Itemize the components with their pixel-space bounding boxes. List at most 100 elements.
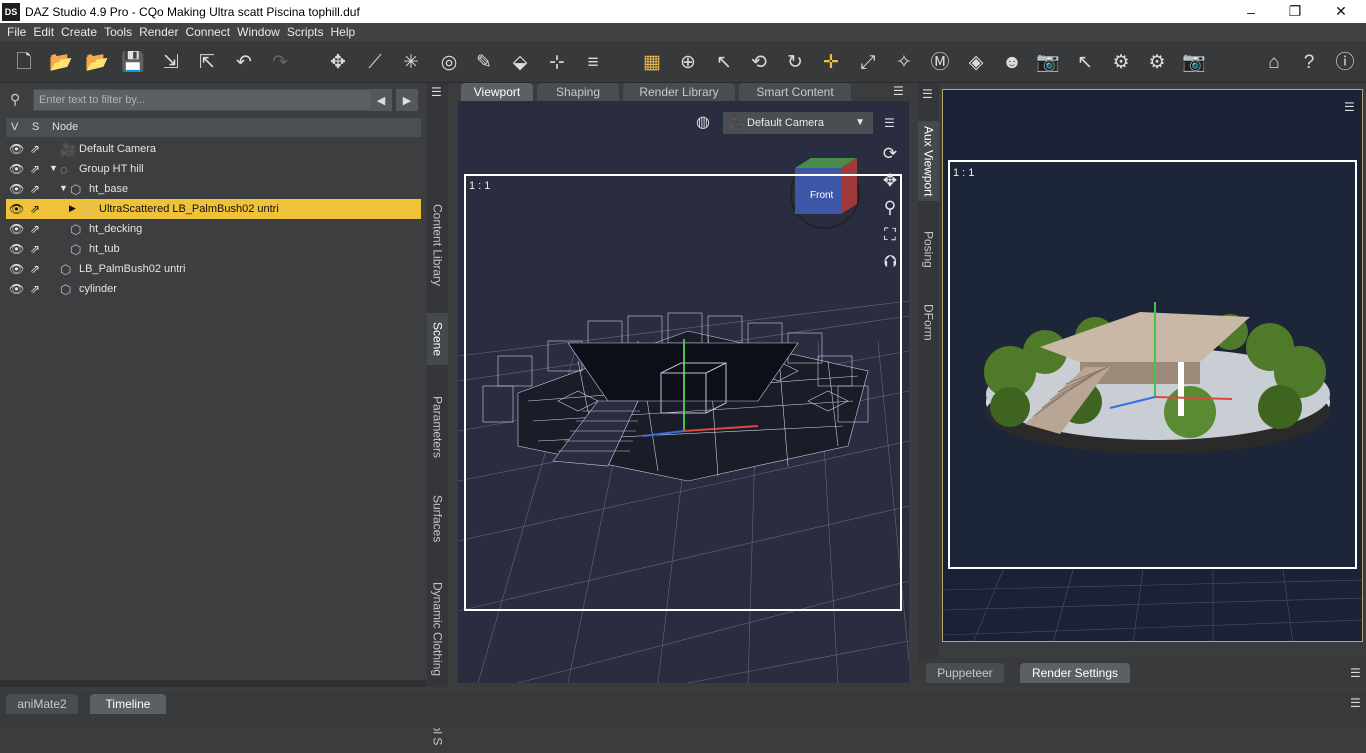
- menu-help[interactable]: Help: [331, 25, 356, 39]
- select-icon[interactable]: ↖: [711, 49, 737, 75]
- rotate-icon[interactable]: ↻: [782, 49, 808, 75]
- transform-icon[interactable]: ⬙: [507, 49, 533, 75]
- translate-icon[interactable]: ✛: [818, 49, 844, 75]
- tab-smart-content[interactable]: Smart Content: [739, 83, 851, 101]
- menu-create[interactable]: Create: [61, 25, 97, 39]
- visible-column-header[interactable]: V: [11, 121, 18, 133]
- figure-icon[interactable]: ☻: [999, 49, 1025, 75]
- viewport-pane-menu-icon[interactable]: ☰: [893, 84, 904, 98]
- align-icon[interactable]: ≡: [580, 49, 606, 75]
- undo-icon[interactable]: ↶: [231, 49, 257, 75]
- selectable-column-header[interactable]: S: [32, 121, 39, 133]
- minimize-button[interactable]: –: [1228, 0, 1274, 23]
- save-icon[interactable]: 💾: [120, 49, 146, 75]
- viewport-options-menu-icon[interactable]: ☰: [884, 116, 895, 130]
- orbit-icon[interactable]: ⊕: [675, 49, 701, 75]
- menu-connect[interactable]: Connect: [185, 25, 230, 39]
- selectable-arrow-icon[interactable]: ⇗: [30, 222, 40, 236]
- orbit-view-icon[interactable]: ⟳: [879, 140, 901, 167]
- export-icon[interactable]: ⇱: [194, 49, 220, 75]
- surface-selection-icon[interactable]: ✧: [891, 49, 917, 75]
- menu-scripts[interactable]: Scripts: [287, 25, 324, 39]
- menu-file[interactable]: File: [7, 25, 26, 39]
- node-weight-icon[interactable]: ◎: [436, 49, 462, 75]
- render-camera-icon[interactable]: 📷: [1181, 49, 1207, 75]
- tab-animate2[interactable]: aniMate2: [6, 694, 78, 714]
- active-pose-icon[interactable]: ▦: [639, 49, 665, 75]
- zoom-view-icon[interactable]: ⚲: [879, 194, 901, 221]
- geometry-editor-icon[interactable]: ✎: [471, 49, 497, 75]
- bottom-pane-menu-icon[interactable]: ☰: [1350, 696, 1361, 710]
- tab-posing[interactable]: Posing: [918, 223, 939, 275]
- scene-node-row[interactable]: 👁 ⇗ ▶ ⬡ UltraScattered LB_PalmBush02 untri: [6, 199, 421, 219]
- scale-icon[interactable]: ⤢: [855, 49, 881, 75]
- scene-node-row[interactable]: 👁 ⇗ ⬡ LB_PalmBush02 untri: [6, 259, 421, 279]
- whats-this-icon[interactable]: ?: [1296, 49, 1322, 75]
- tab-dynamic-clothing[interactable]: Dynamic Clothing: [427, 575, 448, 683]
- pane-menu-icon[interactable]: ☰: [431, 85, 442, 99]
- scene-node-row[interactable]: 👁 ⇗ 🎥 Default Camera: [6, 139, 421, 159]
- scene-filter-input[interactable]: Enter text to filter by...: [33, 89, 376, 111]
- camera-icon[interactable]: 📷: [1035, 49, 1061, 75]
- visibility-eye-icon[interactable]: 👁: [9, 142, 24, 156]
- aux-pane-menu-icon[interactable]: ☰: [922, 87, 933, 101]
- region-navigator-icon[interactable]: ⊹: [544, 49, 570, 75]
- visibility-eye-icon[interactable]: 👁: [9, 162, 24, 176]
- expand-arrow-icon[interactable]: ▼: [49, 163, 58, 173]
- tab-aux-viewport[interactable]: Aux Viewport: [918, 121, 939, 201]
- tab-render-settings[interactable]: Render Settings: [1020, 663, 1130, 683]
- right-bottom-menu-icon[interactable]: ☰: [1350, 666, 1361, 680]
- menu-tools[interactable]: Tools: [104, 25, 132, 39]
- import-icon[interactable]: ⇲: [158, 49, 184, 75]
- scene-node-row[interactable]: 👁 ⇗ ⬡ ht_decking: [6, 219, 421, 239]
- node-column-header[interactable]: Node: [52, 121, 78, 133]
- selectable-arrow-icon[interactable]: ⇗: [30, 182, 40, 196]
- open-recent-icon[interactable]: 📂: [84, 49, 110, 75]
- visibility-eye-icon[interactable]: 👁: [9, 222, 24, 236]
- reset-view-icon[interactable]: ⮉: [879, 248, 901, 275]
- help-icon[interactable]: ⓘ: [1332, 49, 1358, 75]
- selectable-arrow-icon[interactable]: ⇗: [30, 242, 40, 256]
- menu-render[interactable]: Render: [139, 25, 178, 39]
- selectable-arrow-icon[interactable]: ⇗: [30, 142, 40, 156]
- scene-node-row[interactable]: 👁 ⇗ ⬡ cylinder: [6, 279, 421, 299]
- selectable-arrow-icon[interactable]: ⇗: [30, 202, 40, 216]
- joint-editor-icon[interactable]: ⟋: [362, 49, 388, 75]
- tab-scene[interactable]: Scene: [427, 313, 448, 365]
- tab-render-library[interactable]: Render Library: [623, 83, 735, 101]
- visibility-eye-icon[interactable]: 👁: [9, 202, 24, 216]
- selectable-arrow-icon[interactable]: ⇗: [30, 162, 40, 176]
- camera-selector[interactable]: 🎥 Default Camera ▼: [723, 112, 873, 134]
- visibility-eye-icon[interactable]: 👁: [9, 182, 24, 196]
- render-icon[interactable]: ⚙: [1144, 49, 1170, 75]
- next-arrow-icon[interactable]: ▶: [396, 89, 418, 111]
- selectable-arrow-icon[interactable]: ⇗: [30, 282, 40, 296]
- scene-node-row[interactable]: 👁 ⇗ ⬡ ht_tub: [6, 239, 421, 259]
- prev-arrow-icon[interactable]: ◀: [370, 89, 392, 111]
- close-button[interactable]: ✕: [1318, 0, 1364, 23]
- daz-home-icon[interactable]: ⌂: [1261, 49, 1287, 75]
- visibility-eye-icon[interactable]: 👁: [9, 242, 24, 256]
- universal-tool-icon[interactable]: ✥: [325, 49, 351, 75]
- new-file-icon[interactable]: 🗋: [11, 49, 37, 75]
- morph-icon[interactable]: Ⓜ: [927, 49, 953, 75]
- scene-node-row[interactable]: 👁 ⇗ ▼ ⬡ ht_base: [6, 179, 421, 199]
- visibility-eye-icon[interactable]: 👁: [9, 282, 24, 296]
- tab-dform[interactable]: DForm: [918, 297, 939, 347]
- restore-button[interactable]: ❐: [1272, 0, 1318, 23]
- drawstyle-sphere-icon[interactable]: ◍: [696, 112, 718, 134]
- tab-puppeteer[interactable]: Puppeteer: [926, 663, 1004, 683]
- tab-content-library[interactable]: Content Library: [427, 201, 448, 289]
- rotate-view-icon[interactable]: ⟲: [746, 49, 772, 75]
- menu-window[interactable]: Window: [237, 25, 280, 39]
- light-select-icon[interactable]: ↖: [1072, 49, 1098, 75]
- scene-node-row[interactable]: 👁 ⇗ ▼ ◌ Group HT hill: [6, 159, 421, 179]
- tab-viewport[interactable]: Viewport: [461, 83, 533, 101]
- expand-arrow-icon[interactable]: ▼: [59, 183, 68, 193]
- render-settings-icon[interactable]: ⚙: [1108, 49, 1134, 75]
- tab-surfaces[interactable]: Surfaces: [427, 488, 448, 550]
- spot-light-icon[interactable]: ✳: [398, 49, 424, 75]
- menu-edit[interactable]: Edit: [33, 25, 54, 39]
- node-icon[interactable]: ◈: [963, 49, 989, 75]
- tab-parameters[interactable]: Parameters: [427, 388, 448, 466]
